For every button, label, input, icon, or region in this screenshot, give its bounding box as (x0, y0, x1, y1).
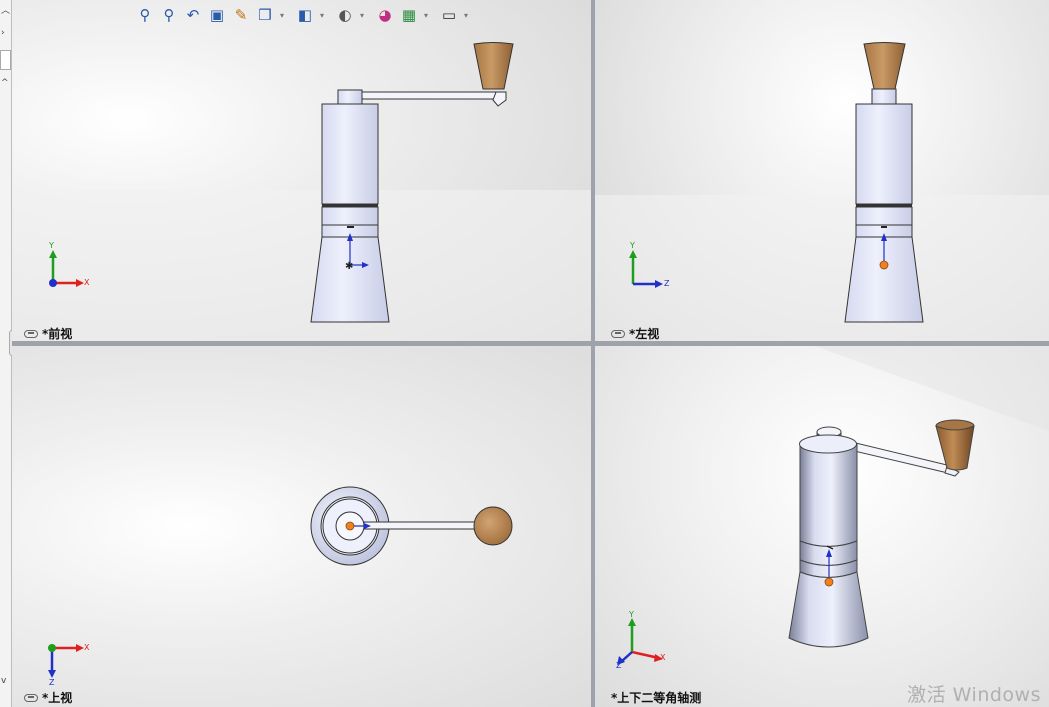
link-views-icon[interactable] (24, 329, 38, 338)
heads-up-view-toolbar: ⚲ ⚲ ↶ ▣ ✎ ❒ ▾ ◧ ▾ ◐ ▾ ◕ ▦ ▾ ▭ ▾ (134, 4, 470, 26)
viewport-label-isometric[interactable]: *上下二等角轴测 (611, 689, 701, 706)
svg-text:✱: ✱ (345, 261, 353, 272)
viewport-top[interactable]: X Z *上视 (12, 346, 591, 707)
view-settings-icon[interactable]: ▭ (438, 4, 460, 26)
top-view-name: *上视 (42, 691, 73, 705)
viewport-splitter-vertical[interactable] (591, 0, 595, 707)
dynamic-annotation-icon[interactable]: ✎ (230, 4, 252, 26)
triad-z-label: Z (664, 279, 670, 288)
section-view-icon[interactable]: ▣ (206, 4, 228, 26)
viewport-label-left[interactable]: *左视 (611, 325, 659, 341)
viewport-front[interactable]: ✱ Y X *前视 ⚲ ⚲ ↶ ▣ ✎ ❒ ▾ ◧ ▾ ◐ ▾ ◕ ▦ ▾ ▭ … (12, 0, 591, 341)
viewport-splitter-horizontal[interactable] (12, 341, 1049, 346)
chevron-down-icon[interactable]: v (1, 676, 6, 686)
zoom-to-fit-icon[interactable]: ⚲ (134, 4, 156, 26)
isometric-view-name: *上下二等角轴测 (611, 691, 702, 705)
viewport-left[interactable]: Y Z *左视 (595, 0, 1049, 341)
chevron-down-icon[interactable]: ▾ (462, 4, 470, 26)
viewport-label-front[interactable]: *前视 (24, 325, 72, 341)
chevron-up-icon[interactable]: ︿ (1, 6, 10, 16)
left-panel-collapsed[interactable]: ︿ › ^ v · (0, 0, 19, 707)
triad-z-label: Z (616, 661, 622, 670)
triad-z-label: Z (49, 678, 55, 687)
triad-y-label: Y (629, 610, 634, 619)
chevron-down-icon[interactable]: ▾ (422, 4, 430, 26)
triad-x-label: X (84, 643, 90, 652)
front-view-name: *前视 (42, 327, 73, 341)
view-orientation-icon[interactable]: ❒ (254, 4, 276, 26)
chevron-down-icon[interactable]: ▾ (358, 4, 366, 26)
panel-tab[interactable] (0, 50, 11, 70)
link-views-icon[interactable] (24, 693, 38, 702)
viewport-label-top[interactable]: *上视 (24, 689, 72, 706)
triad-x-label: X (84, 278, 90, 287)
zoom-to-area-icon[interactable]: ⚲ (158, 4, 180, 26)
viewport-isometric[interactable]: Y X Z *上下二等角轴测 (595, 346, 1049, 707)
previous-view-icon[interactable]: ↶ (182, 4, 204, 26)
front-view-model: ✱ (12, 42, 591, 341)
left-view-name: *左视 (629, 327, 660, 341)
left-view-model (595, 42, 1049, 341)
chevron-down-icon[interactable]: ▾ (278, 4, 286, 26)
chevron-up-icon[interactable]: ^ (1, 78, 9, 88)
display-style-icon[interactable]: ◧ (294, 4, 316, 26)
edit-appearance-icon[interactable]: ◕ (374, 4, 396, 26)
chevron-right-icon[interactable]: › (1, 28, 5, 38)
chevron-down-icon[interactable]: ▾ (318, 4, 326, 26)
triad-x-label: X (660, 653, 666, 662)
hide-show-items-icon[interactable]: ◐ (334, 4, 356, 26)
apply-scene-icon[interactable]: ▦ (398, 4, 420, 26)
link-views-icon[interactable] (611, 329, 625, 338)
top-view-model (48, 486, 513, 678)
triad-y-label: Y (630, 241, 635, 250)
activation-watermark: 激活 Windows (907, 684, 1041, 706)
triad-y-label: Y (49, 241, 54, 250)
